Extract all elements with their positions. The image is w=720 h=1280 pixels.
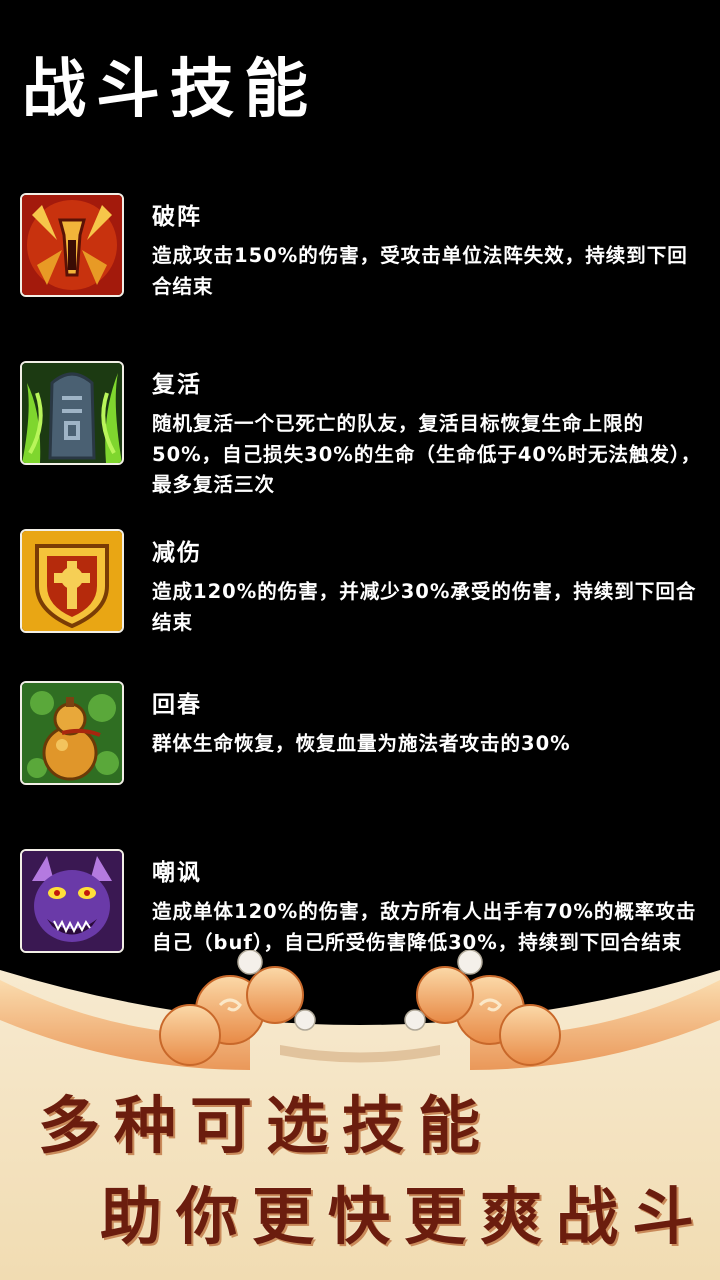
skill-name: 嘲讽: [152, 860, 202, 886]
page-title: 战斗技能: [22, 52, 318, 127]
skill-item-rejuvenation[interactable]: 回春 群体生命恢复，恢复血量为施法者攻击的30%: [20, 681, 710, 791]
slogan-line-2: 助你更快更爽战斗: [100, 1180, 709, 1253]
slogan-line-1: 多种可选技能: [38, 1089, 495, 1162]
skill-description: 随机复活一个已死亡的队友，复活目标恢复生命上限的50%，自己损失30%的生命（生…: [152, 412, 702, 496]
skill-name: 复活: [152, 372, 202, 398]
skill-description: 造成单体120%的伤害，敌方所有人出手有70%的概率攻击自己（buf），自己所受…: [152, 900, 697, 954]
revive-tombstone-icon: [20, 361, 124, 465]
skill-description: 造成120%的伤害，并减少30%承受的伤害，持续到下回合结束: [152, 580, 697, 634]
skill-description: 群体生命恢复，恢复血量为施法者攻击的30%: [152, 732, 571, 755]
skill-name: 破阵: [152, 204, 202, 230]
skill-item-damage-reduction[interactable]: 减伤 造成120%的伤害，并减少30%承受的伤害，持续到下回合结束: [20, 529, 710, 639]
skill-item-revive[interactable]: 复活 随机复活一个已死亡的队友，复活目标恢复生命上限的50%，自己损失30%的生…: [20, 361, 710, 501]
skill-item-broken-formation[interactable]: 破阵 造成攻击150%的伤害，受攻击单位法阵失效，持续到下回合结束: [20, 193, 710, 303]
skill-name: 回春: [152, 692, 202, 718]
shield-cross-icon: [20, 529, 124, 633]
skill-description: 造成攻击150%的伤害，受攻击单位法阵失效，持续到下回合结束: [152, 244, 688, 298]
bottom-banner: 多种可选技能 助你更快更爽战斗: [0, 950, 720, 1280]
broken-formation-icon: [20, 193, 124, 297]
gourd-icon: [20, 681, 124, 785]
demon-face-icon: [20, 849, 124, 953]
skill-name: 减伤: [152, 540, 202, 566]
